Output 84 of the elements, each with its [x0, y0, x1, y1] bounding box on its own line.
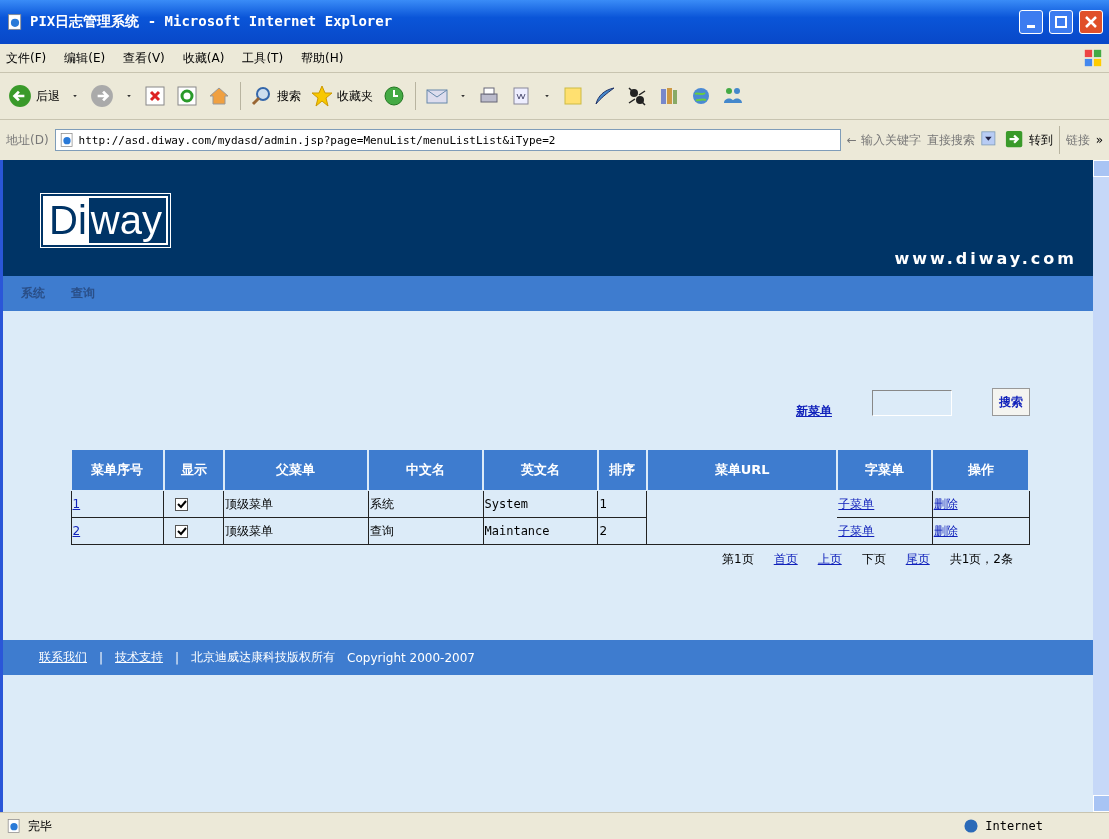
dropdown-icon[interactable] — [980, 131, 999, 149]
search-button[interactable]: 搜索 — [251, 85, 301, 107]
window-title: PIX日志管理系统 - Microsoft Internet Explorer — [30, 13, 394, 31]
table-cell: Maintance — [483, 517, 598, 545]
column-header: 操作 — [932, 449, 1029, 491]
back-button[interactable]: 后退 — [8, 84, 60, 108]
forward-icon[interactable] — [90, 84, 114, 108]
column-header: 英文名 — [483, 449, 598, 491]
ie-page-icon[interactable] — [6, 13, 24, 31]
menu-item[interactable]: 查看(V) — [123, 49, 165, 67]
delete-link[interactable]: 删除 — [933, 523, 958, 538]
stop-icon[interactable] — [144, 85, 166, 107]
column-header: 显示 — [163, 449, 224, 491]
column-header: 排序 — [597, 449, 647, 491]
star-icon[interactable] — [311, 85, 333, 107]
pagination-text: 下页 — [861, 551, 886, 568]
maximize-button[interactable] — [1049, 10, 1073, 34]
home-icon[interactable] — [208, 85, 230, 107]
close-button[interactable] — [1079, 10, 1103, 34]
address-field[interactable]: http://asd.diway.com/mydasd/admin.jsp?page=MenuList/menuListList&iType=2 — [54, 129, 841, 151]
search-button[interactable]: 搜索 — [992, 388, 1030, 416]
menu-item[interactable]: 编辑(E) — [64, 49, 106, 67]
table-cell: 查询 — [368, 517, 483, 545]
maximize-icon — [1055, 16, 1067, 28]
refresh-icon[interactable] — [176, 85, 198, 107]
status-text: 完毕 — [28, 817, 52, 835]
document-icon[interactable] — [510, 85, 532, 107]
minimize-icon — [1027, 24, 1035, 28]
row-id-link[interactable]: 2 — [72, 524, 81, 538]
row-id-link[interactable]: 1 — [72, 497, 81, 511]
pagination-link[interactable]: 上页 — [817, 551, 842, 568]
table-cell: 顶级菜单 — [223, 517, 369, 545]
address-label: 地址(D) — [6, 131, 49, 149]
column-header: 字菜单 — [837, 449, 933, 491]
menu-item[interactable]: 文件(F) — [6, 49, 47, 67]
search-icon[interactable] — [251, 85, 273, 107]
delete-link[interactable]: 删除 — [933, 496, 958, 511]
footer-link[interactable]: 联系我们 — [39, 649, 87, 666]
site-address: www.diway.com — [894, 249, 1077, 268]
column-header: 父菜单 — [223, 449, 369, 491]
menu-item[interactable]: 收藏(A) — [182, 49, 225, 67]
logo: Diway — [43, 195, 168, 245]
favorites-button[interactable]: 收藏夹 — [311, 85, 373, 107]
direct-search-label: 直接搜索 — [926, 131, 975, 149]
menu-item[interactable]: 工具(T) — [242, 49, 284, 67]
zone-label: Internet — [985, 819, 1043, 833]
table-cell: 1 — [597, 490, 647, 518]
globe-icon[interactable] — [690, 85, 712, 107]
globe-icon[interactable] — [963, 818, 980, 834]
column-header: 中文名 — [368, 449, 483, 491]
new-menu-link[interactable]: 新菜单 — [796, 403, 832, 420]
links-label[interactable]: 链接 — [1065, 131, 1090, 149]
column-header: 菜单URL — [646, 449, 838, 491]
go-button[interactable]: 转到 — [1004, 130, 1053, 150]
keyword-search-field[interactable]: ← 输入关键字 — [846, 131, 921, 149]
search-field[interactable] — [872, 390, 952, 416]
close-icon — [1085, 16, 1097, 28]
separator: | — [99, 650, 104, 665]
scrollbar[interactable] — [1093, 160, 1109, 812]
ie-page-icon[interactable] — [6, 818, 22, 834]
separator: | — [175, 650, 180, 665]
arrow-left-icon[interactable] — [8, 84, 32, 108]
footer-text: 北京迪威达康科技版权所有 — [191, 649, 336, 666]
history-icon[interactable] — [383, 85, 405, 107]
pagination-link[interactable]: 尾页 — [905, 551, 930, 568]
table-cell: 顶级菜单 — [223, 490, 369, 518]
menu-item[interactable]: 帮助(H) — [301, 49, 344, 67]
ie-page-icon[interactable] — [58, 132, 75, 148]
minimize-button[interactable] — [1019, 10, 1043, 34]
windows-logo-icon[interactable] — [1083, 48, 1103, 68]
table-cell: System — [483, 490, 598, 518]
footer-text: Copyright 2000-2007 — [347, 650, 475, 665]
pagination-text: 共1页，2条 — [949, 551, 1013, 568]
feather-icon[interactable] — [594, 85, 616, 107]
checkbox[interactable] — [175, 525, 189, 538]
pagination-text: 第1页 — [722, 551, 754, 568]
column-header: 菜单序号 — [71, 449, 164, 491]
checkbox[interactable] — [175, 498, 189, 511]
books-icon[interactable] — [658, 85, 680, 107]
pagination-link[interactable]: 首页 — [773, 551, 798, 568]
chevron-button[interactable]: » — [1095, 133, 1103, 147]
table-cell: 系统 — [368, 490, 483, 518]
footer-link[interactable]: 技术支持 — [115, 649, 164, 666]
arrow-right-icon[interactable] — [1004, 130, 1025, 150]
